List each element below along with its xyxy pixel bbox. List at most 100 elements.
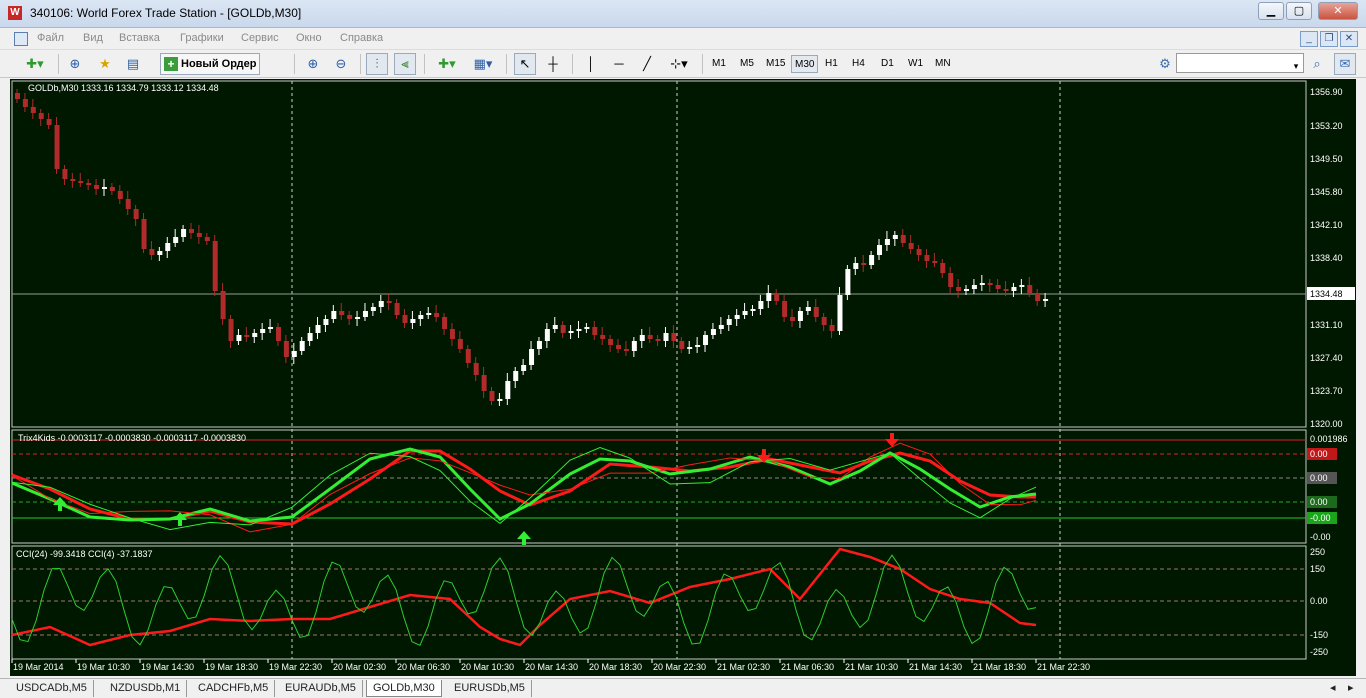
document-icon[interactable] [14, 32, 28, 46]
menu-view[interactable]: Вид [83, 32, 103, 44]
menu-window[interactable]: Окно [296, 32, 322, 44]
timeframe-m30[interactable]: M30 [791, 55, 819, 73]
time-tick-label: 19 Mar 2014 [13, 662, 64, 672]
candle-body [869, 255, 875, 265]
candle-body [188, 229, 194, 233]
gear-icon[interactable]: ⚙ [1154, 53, 1176, 75]
toolbar-separator [294, 54, 295, 74]
timeframe-m5[interactable]: M5 [737, 55, 757, 73]
crosshair-icon[interactable]: ┼ [542, 53, 564, 75]
timeframe-m15[interactable]: M15 [763, 55, 788, 73]
up-arrow-icon [53, 497, 67, 511]
candle-body [378, 301, 384, 307]
tab-eurusd[interactable]: EURUSDb,M5 [448, 680, 532, 697]
candle-body [46, 119, 52, 125]
vertical-line-icon[interactable]: │ [580, 53, 602, 75]
tab-nzdusd[interactable]: NZDUSDb,M1 [104, 680, 188, 697]
menu-tools[interactable]: Сервис [241, 32, 279, 44]
chart-shift-icon[interactable]: ⫶ [366, 53, 388, 75]
toolbar-separator [424, 54, 425, 74]
close-button[interactable]: ✕ [1318, 2, 1358, 20]
candle-body [908, 243, 914, 249]
candle-body [481, 375, 487, 391]
candle-body [884, 239, 890, 245]
tab-cadchf[interactable]: CADCHFb,M5 [192, 680, 276, 697]
candle-body [790, 317, 796, 321]
candle-body [1035, 293, 1041, 301]
candle-body [426, 313, 432, 315]
chart-canvas[interactable]: 1356.90 1353.20 1349.50 1345.80 1342.10 1338.… [10, 79, 1356, 676]
candle-body [782, 301, 788, 317]
menu-help[interactable]: Справка [340, 32, 383, 44]
time-tick-label: 19 Mar 10:30 [77, 662, 130, 672]
cci-label: CCI(24) -99.3418 CCI(4) -37.1837 [16, 549, 153, 559]
market-watch-icon[interactable]: ⊕ [64, 53, 86, 75]
tab-gold[interactable]: GOLDb,M30 [366, 680, 442, 697]
candle-body [449, 329, 455, 339]
chart-window[interactable]: 1356.90 1353.20 1349.50 1345.80 1342.10 1338.… [10, 79, 1356, 676]
new-order-button[interactable]: + Новый Ордер [160, 53, 260, 75]
timeframe-h4[interactable]: H4 [849, 55, 868, 73]
trix-pane-border [11, 429, 1307, 544]
trendline-icon[interactable]: ╱ [636, 53, 658, 75]
candle-body [473, 363, 479, 375]
horizontal-line-icon[interactable]: ─ [608, 53, 630, 75]
search-icon[interactable]: ⌕ [1306, 53, 1328, 75]
minimize-button[interactable]: ▁ [1258, 2, 1284, 20]
timeframe-mn[interactable]: MN [932, 55, 954, 73]
candle-body [38, 113, 44, 119]
candle-body [30, 107, 36, 113]
zoom-out-icon[interactable]: ⊖ [330, 53, 352, 75]
candle-body [181, 229, 187, 237]
timeframe-d1[interactable]: D1 [878, 55, 897, 73]
candle-body [228, 319, 234, 341]
mdi-close-button[interactable]: ✕ [1340, 31, 1358, 47]
trix-tick-label: 0.00 [1310, 497, 1328, 507]
candle-body [323, 319, 329, 325]
candle-body [734, 315, 740, 319]
zoom-in-icon[interactable]: ⊕ [302, 53, 324, 75]
cursor-icon[interactable]: ↖ [514, 53, 536, 75]
candle-body [774, 293, 780, 301]
navigator-icon[interactable]: ★ [94, 53, 116, 75]
scroll-right-icon[interactable]: ▸ [1342, 680, 1360, 697]
timeframe-h1[interactable]: H1 [822, 55, 841, 73]
timeframe-m1[interactable]: M1 [709, 55, 729, 73]
timeframe-w1[interactable]: W1 [905, 55, 926, 73]
candle-body [339, 311, 345, 315]
candle-body [940, 263, 946, 273]
candle-body [54, 125, 60, 169]
search-input[interactable] [1176, 53, 1304, 73]
candle-body [86, 183, 92, 185]
main-chart-label: GOLDb,M30 1333.16 1334.79 1333.12 1334.4… [28, 83, 219, 93]
terminal-icon[interactable]: ▤ [122, 53, 144, 75]
autoscroll-icon[interactable]: ⫷ [394, 53, 416, 75]
chat-icon[interactable]: ✉ [1334, 53, 1356, 75]
candle-body [695, 345, 701, 347]
time-tick-label: 19 Mar 18:30 [205, 662, 258, 672]
candle-body [315, 325, 321, 333]
tab-euraud[interactable]: EURAUDb,M5 [279, 680, 363, 697]
price-tick-label: 1323.70 [1310, 386, 1343, 396]
chevron-down-icon[interactable]: ▾ [1290, 55, 1302, 73]
trix-tick-label: 0.001986 [1310, 434, 1348, 444]
maximize-button[interactable]: ▢ [1286, 2, 1312, 20]
menu-charts[interactable]: Графики [180, 32, 224, 44]
candle-body [355, 317, 361, 319]
candle-body [347, 315, 353, 319]
mdi-restore-button[interactable]: ❐ [1320, 31, 1338, 47]
new-chart-button[interactable]: ✚▾ [20, 53, 50, 75]
tab-usdcad[interactable]: USDCADb,M5 [10, 680, 94, 697]
scroll-left-icon[interactable]: ◂ [1324, 680, 1342, 697]
shapes-button[interactable]: ⊹▾ [664, 53, 694, 75]
indicators-button[interactable]: ✚▾ [432, 53, 462, 75]
candle-body [204, 237, 210, 241]
mdi-minimize-button[interactable]: _ [1300, 31, 1318, 47]
candle-body [948, 273, 954, 287]
menu-insert[interactable]: Вставка [119, 32, 160, 44]
menu-file[interactable]: Файл [37, 32, 64, 44]
candle-body [70, 179, 76, 181]
templates-button[interactable]: ▦▾ [468, 53, 498, 75]
cci-slow-line [11, 547, 1037, 647]
candle-body [157, 251, 163, 255]
